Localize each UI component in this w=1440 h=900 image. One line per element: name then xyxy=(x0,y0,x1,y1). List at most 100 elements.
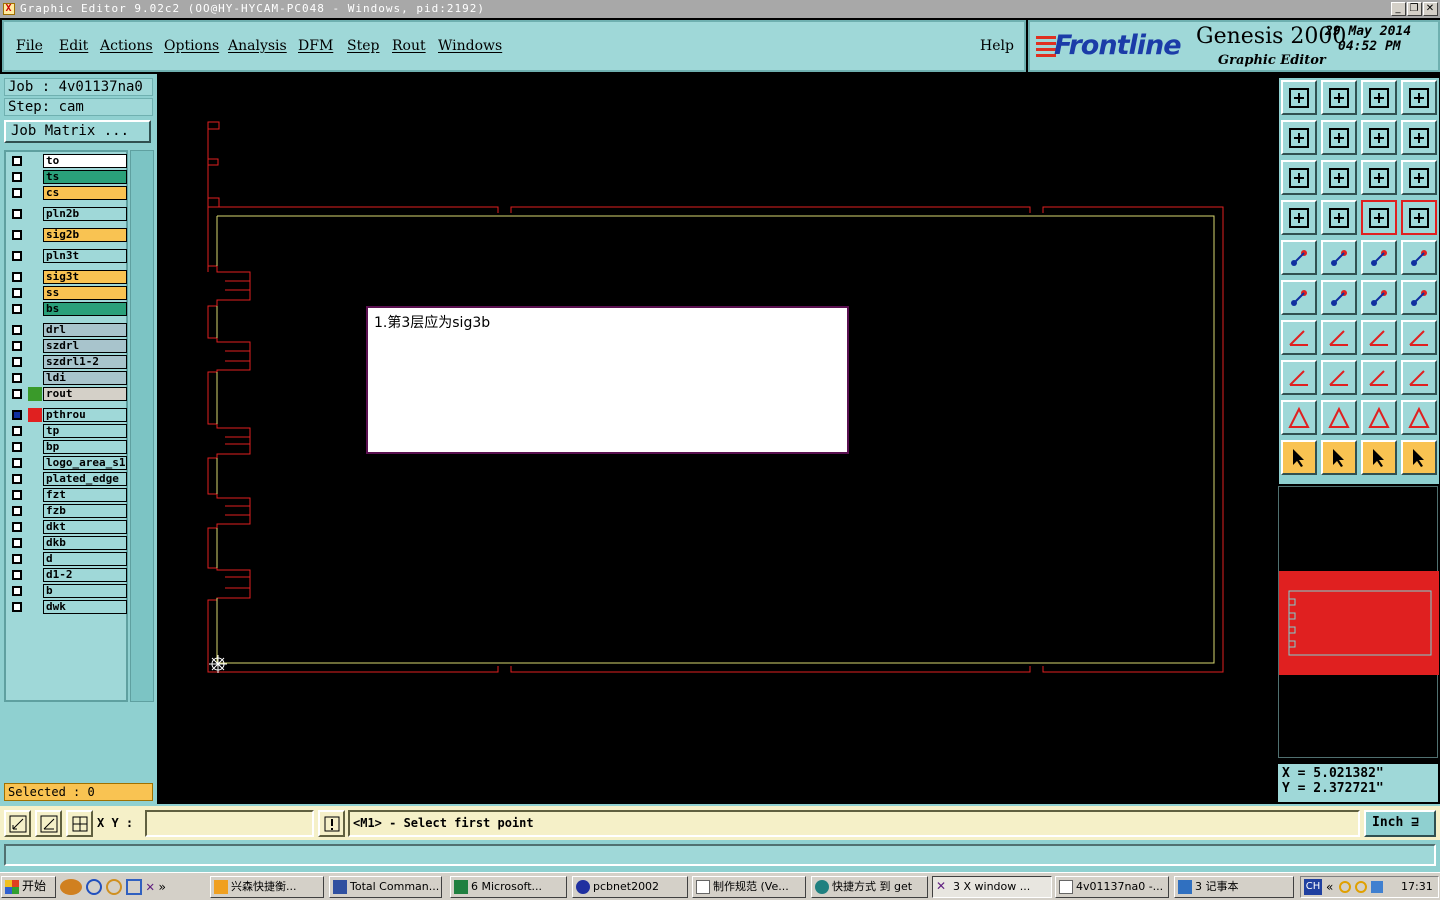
layer-row[interactable]: bs xyxy=(9,302,127,316)
start-button[interactable]: 开始 xyxy=(1,876,56,898)
task-button[interactable]: 制作规范 (Ve... xyxy=(692,876,806,898)
layer-row[interactable]: to xyxy=(9,154,127,168)
tool-button[interactable] xyxy=(1361,280,1397,315)
layer-name[interactable]: plated_edge xyxy=(43,472,127,486)
layer-checkbox[interactable] xyxy=(12,156,22,166)
task-button-active[interactable]: ✕ 3 X window ... xyxy=(932,876,1052,898)
menu-rout[interactable]: Rout xyxy=(392,38,426,54)
layer-checkbox[interactable] xyxy=(12,288,22,298)
layer-name[interactable]: tp xyxy=(43,424,127,438)
tool-button[interactable] xyxy=(1401,240,1437,275)
layer-name[interactable]: b xyxy=(43,584,127,598)
layer-name[interactable]: drl xyxy=(43,323,127,337)
layer-row[interactable]: d xyxy=(9,552,127,566)
snap-button[interactable] xyxy=(35,810,62,837)
layer-name[interactable]: dkb xyxy=(43,536,127,550)
layer-list-scrollbar[interactable] xyxy=(130,150,154,702)
layer-row[interactable]: sig3t xyxy=(9,270,127,284)
layer-checkbox[interactable] xyxy=(12,538,22,548)
layer-row[interactable]: ts xyxy=(9,170,127,184)
layer-checkbox[interactable] xyxy=(12,341,22,351)
task-button[interactable]: 4v01137na0 -... xyxy=(1055,876,1169,898)
layer-checkbox[interactable] xyxy=(12,474,22,484)
tool-button[interactable] xyxy=(1401,160,1437,195)
layer-name[interactable]: logo_area_s1 xyxy=(43,456,127,470)
task-button[interactable]: 6 Microsoft... xyxy=(450,876,567,898)
layer-checkbox[interactable] xyxy=(12,209,22,219)
layer-name[interactable]: d xyxy=(43,552,127,566)
tray-network-icon[interactable] xyxy=(1371,881,1383,893)
lang-indicator[interactable]: CH xyxy=(1304,879,1322,895)
note-popup[interactable]: 1.第3层应为sig3b xyxy=(366,306,849,454)
tool-button[interactable] xyxy=(1361,160,1397,195)
tool-button[interactable] xyxy=(1281,160,1317,195)
close-button[interactable]: ✕ xyxy=(1423,2,1438,16)
alert-button[interactable] xyxy=(318,810,345,837)
menu-file[interactable]: File xyxy=(16,38,43,54)
layer-row[interactable]: pln2b xyxy=(9,207,127,221)
layer-checkbox[interactable] xyxy=(12,490,22,500)
layer-row[interactable]: pthrou xyxy=(9,408,127,422)
layer-row[interactable]: tp xyxy=(9,424,127,438)
layer-checkbox[interactable] xyxy=(12,230,22,240)
layer-name[interactable]: ss xyxy=(43,286,127,300)
clock[interactable]: 17:31 xyxy=(1401,880,1433,893)
layer-checkbox[interactable] xyxy=(12,357,22,367)
layer-row[interactable]: rout xyxy=(9,387,127,401)
tool-button[interactable] xyxy=(1281,400,1317,435)
tool-button[interactable] xyxy=(1321,160,1357,195)
layer-name[interactable]: fzt xyxy=(43,488,127,502)
layer-row[interactable]: drl xyxy=(9,323,127,337)
layer-name[interactable]: pln3t xyxy=(43,249,127,263)
tray-app-icon[interactable] xyxy=(1339,881,1351,893)
menu-help[interactable]: Help xyxy=(980,38,1014,54)
layer-checkbox[interactable] xyxy=(12,188,22,198)
tool-button[interactable] xyxy=(1281,240,1317,275)
tool-button[interactable] xyxy=(1401,80,1437,115)
tray-chevron-icon[interactable]: « xyxy=(1326,880,1333,894)
layer-name[interactable]: cs xyxy=(43,186,127,200)
layer-name[interactable]: bs xyxy=(43,302,127,316)
tool-button[interactable] xyxy=(1281,440,1317,475)
layer-checkbox[interactable] xyxy=(12,522,22,532)
task-button[interactable]: 兴森快捷衡... xyxy=(210,876,324,898)
menu-windows[interactable]: Windows xyxy=(438,38,502,54)
layer-name[interactable]: dwk xyxy=(43,600,127,614)
menu-analysis[interactable]: Analysis xyxy=(228,38,287,54)
menu-step[interactable]: Step xyxy=(347,38,379,54)
ie-icon[interactable] xyxy=(86,879,102,895)
tool-button[interactable] xyxy=(1281,200,1317,235)
task-button[interactable]: Total Comman... xyxy=(329,876,442,898)
measure-button[interactable] xyxy=(4,810,31,837)
layer-name[interactable]: ldi xyxy=(43,371,127,385)
tool-button[interactable] xyxy=(1361,200,1397,235)
tool-button[interactable] xyxy=(1361,440,1397,475)
tool-button[interactable] xyxy=(1321,360,1357,395)
layer-name[interactable]: sig3t xyxy=(43,270,127,284)
layer-name[interactable]: rout xyxy=(43,387,127,401)
layer-checkbox[interactable] xyxy=(12,506,22,516)
layer-row[interactable]: plated_edge xyxy=(9,472,127,486)
tool-button[interactable] xyxy=(1361,360,1397,395)
app-quicklaunch-icon[interactable] xyxy=(60,879,82,895)
layer-row[interactable]: logo_area_s1 xyxy=(9,456,127,470)
tool-button[interactable] xyxy=(1401,200,1437,235)
layer-checkbox[interactable] xyxy=(12,602,22,612)
layer-name[interactable]: pln2b xyxy=(43,207,127,221)
tool-button[interactable] xyxy=(1321,280,1357,315)
menu-options[interactable]: Options xyxy=(164,38,219,54)
tool-button[interactable] xyxy=(1401,120,1437,155)
layer-row[interactable]: ldi xyxy=(9,371,127,385)
layer-row[interactable]: fzt xyxy=(9,488,127,502)
layer-name[interactable]: ts xyxy=(43,170,127,184)
xy-input[interactable] xyxy=(145,810,314,837)
layer-row[interactable]: sig2b xyxy=(9,228,127,242)
layer-row[interactable]: d1-2 xyxy=(9,568,127,582)
layer-checkbox[interactable] xyxy=(12,389,22,399)
layer-row[interactable]: dkt xyxy=(9,520,127,534)
layer-row[interactable]: bp xyxy=(9,440,127,454)
layer-checkbox[interactable] xyxy=(12,304,22,314)
layer-checkbox[interactable] xyxy=(12,570,22,580)
layer-name[interactable]: pthrou xyxy=(43,408,127,422)
tool-button[interactable] xyxy=(1281,320,1317,355)
